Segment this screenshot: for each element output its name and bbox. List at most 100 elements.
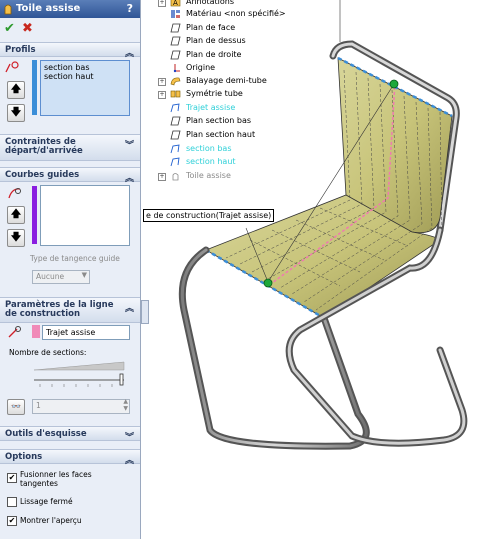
outils-esquisse-title: Outils d'esquisse bbox=[5, 429, 87, 439]
sections-spin-value: 1 bbox=[36, 401, 41, 410]
loft-feature-icon bbox=[4, 4, 12, 15]
svg-text:A: A bbox=[173, 0, 178, 7]
feature-tree: + A Annotations Matériau <non spécifié> … bbox=[148, 0, 298, 190]
ligne-construction-section: Paramètres de la ligne de construction ︽… bbox=[0, 297, 140, 422]
tree-item-plan-section-bas[interactable]: Plan section bas bbox=[148, 115, 298, 127]
profils-title: Profils bbox=[5, 45, 36, 55]
profile-item-section-bas[interactable]: section bas bbox=[44, 63, 129, 72]
tree-item-label: Annotations bbox=[186, 0, 235, 6]
collapse-chevron-icon[interactable]: ︽ bbox=[125, 171, 134, 184]
expand-plus-icon[interactable]: + bbox=[158, 91, 166, 99]
ok-button[interactable]: ✔ bbox=[4, 21, 15, 36]
profils-header[interactable]: Profils ︽ bbox=[0, 42, 140, 59]
move-up-button[interactable]: 🡅 bbox=[7, 81, 25, 99]
move-down-button[interactable]: 🡇 bbox=[7, 104, 25, 122]
contraintes-title: Contraintes de départ/d'arrivée bbox=[5, 137, 83, 156]
profiles-list[interactable]: section bas section haut bbox=[40, 60, 130, 116]
profile-item-section-haut[interactable]: section haut bbox=[44, 72, 129, 81]
plane-icon bbox=[170, 50, 181, 60]
tree-item-symetrie[interactable]: + Symétrie tube bbox=[148, 88, 298, 100]
construction-line-callout[interactable]: e de construction(Trajet assise) bbox=[143, 209, 275, 222]
plane-icon bbox=[170, 36, 181, 46]
tree-item-label: Plan section bas bbox=[186, 116, 252, 125]
centerline-icon bbox=[8, 326, 21, 338]
tree-item-label: Toile assise bbox=[186, 171, 231, 180]
spin-arrows-icon[interactable]: ▲ ▼ bbox=[123, 398, 128, 412]
tree-item-label: section bas bbox=[186, 144, 232, 153]
tree-item-balayage[interactable]: + Balayage demi-tube bbox=[148, 75, 298, 87]
profile-color-bar bbox=[32, 60, 37, 115]
plane-icon bbox=[170, 23, 181, 33]
expand-chevron-icon[interactable]: ︾ bbox=[125, 138, 134, 151]
tree-item-trajet-assise[interactable]: Trajet assise bbox=[148, 102, 298, 114]
closed-loft-label: Lissage fermé bbox=[20, 497, 73, 506]
closed-loft-checkbox[interactable] bbox=[7, 497, 17, 507]
tree-item-section-haut[interactable]: section haut bbox=[148, 156, 298, 168]
merge-faces-checkbox[interactable]: ✔ bbox=[7, 473, 17, 483]
outils-esquisse-section: Outils d'esquisse ︾ bbox=[0, 426, 140, 443]
path-color-swatch bbox=[32, 325, 40, 338]
tree-item-toile-assise[interactable]: + Toile assise bbox=[148, 170, 298, 182]
tree-item-plan-de-face[interactable]: Plan de face bbox=[148, 22, 298, 34]
guide-curves-list[interactable] bbox=[40, 185, 130, 246]
merge-faces-label: Fusionner les faces tangentes bbox=[20, 470, 92, 488]
ligne-construction-title: Paramètres de la ligne de construction bbox=[5, 300, 114, 319]
options-section: Options ︽ ✔ Fusionner les faces tangente… bbox=[0, 449, 140, 539]
move-up-button[interactable]: 🡅 bbox=[7, 206, 25, 224]
annotations-icon: A bbox=[170, 0, 181, 7]
origin-icon bbox=[173, 64, 180, 73]
tree-item-plan-de-dessus[interactable]: Plan de dessus bbox=[148, 35, 298, 47]
tree-item-plan-section-haut[interactable]: Plan section haut bbox=[148, 129, 298, 141]
options-header[interactable]: Options ︽ bbox=[0, 449, 140, 466]
property-manager-title: Toile assise bbox=[16, 3, 81, 14]
expand-plus-icon[interactable]: + bbox=[158, 173, 166, 181]
show-preview-label: Montrer l'aperçu bbox=[20, 516, 82, 525]
expand-plus-icon[interactable]: + bbox=[158, 78, 166, 86]
cancel-button[interactable]: ✖ bbox=[22, 21, 33, 36]
collapse-chevron-icon[interactable]: ︽ bbox=[125, 46, 134, 59]
tangency-type-value: Aucune bbox=[36, 272, 65, 281]
tangency-type-select[interactable]: Aucune ▼ bbox=[32, 270, 90, 284]
tree-item-section-bas[interactable]: section bas bbox=[148, 143, 298, 155]
tree-item-label: Plan de face bbox=[186, 23, 236, 32]
sections-slider[interactable] bbox=[32, 360, 128, 392]
collapse-chevron-icon[interactable]: ︽ bbox=[125, 453, 134, 466]
collapse-chevron-icon[interactable]: ︽ bbox=[125, 301, 134, 314]
tree-item-material[interactable]: Matériau <non spécifié> bbox=[148, 8, 298, 20]
tree-item-label: Balayage demi-tube bbox=[186, 76, 267, 85]
tree-item-label: Trajet assise bbox=[186, 103, 236, 112]
show-preview-checkbox[interactable]: ✔ bbox=[7, 516, 17, 526]
tree-item-label: Plan de dessus bbox=[186, 36, 246, 45]
courbes-guides-header[interactable]: Courbes guides ︽ bbox=[0, 167, 140, 184]
contraintes-header[interactable]: Contraintes de départ/d'arrivée ︾ bbox=[0, 134, 140, 161]
plane-icon bbox=[170, 116, 181, 126]
ok-cancel-bar: ✔ ✖ bbox=[0, 19, 140, 39]
property-manager-title-bar: Toile assise ? bbox=[0, 0, 140, 18]
expand-plus-icon[interactable]: + bbox=[158, 0, 166, 7]
tree-item-label: Origine bbox=[186, 63, 216, 72]
tree-item-label: Plan de droite bbox=[186, 50, 242, 59]
tree-item-origine[interactable]: Origine bbox=[148, 62, 298, 74]
tree-item-label: Plan section haut bbox=[186, 130, 256, 139]
courbes-guides-title: Courbes guides bbox=[5, 170, 80, 180]
sections-spin-box[interactable]: 1 ▲ ▼ bbox=[32, 398, 130, 414]
construction-path-field[interactable]: Trajet assise bbox=[42, 325, 130, 340]
tree-item-label: section haut bbox=[186, 157, 236, 166]
expand-chevron-icon[interactable]: ︾ bbox=[125, 430, 134, 443]
move-down-button[interactable]: 🡇 bbox=[7, 229, 25, 247]
plane-icon bbox=[170, 130, 181, 140]
help-button[interactable]: ? bbox=[127, 2, 133, 15]
dropdown-arrow-icon: ▼ bbox=[81, 271, 87, 279]
outils-esquisse-header[interactable]: Outils d'esquisse ︾ bbox=[0, 426, 140, 443]
glasses-icon[interactable]: 👓 bbox=[7, 399, 25, 415]
sketch-icon bbox=[170, 157, 180, 167]
sweep-icon bbox=[170, 77, 181, 86]
contraintes-section: Contraintes de départ/d'arrivée ︾ bbox=[0, 134, 140, 161]
tree-item-label: Symétrie tube bbox=[186, 89, 243, 98]
mirror-icon bbox=[170, 90, 181, 98]
guide-color-bar bbox=[32, 186, 37, 244]
material-icon bbox=[171, 10, 180, 18]
tree-item-annotations[interactable]: + A Annotations bbox=[148, 0, 298, 8]
tree-item-plan-de-droite[interactable]: Plan de droite bbox=[148, 49, 298, 61]
ligne-construction-header[interactable]: Paramètres de la ligne de construction ︽ bbox=[0, 297, 140, 323]
